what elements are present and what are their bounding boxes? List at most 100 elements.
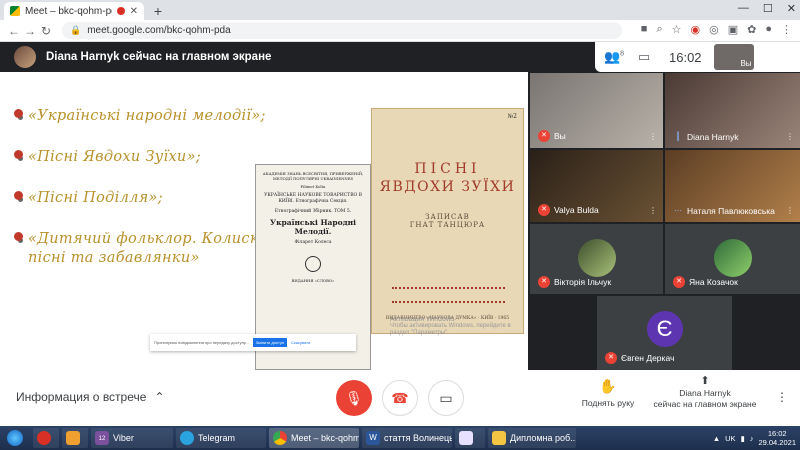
self-view-mini[interactable]: Вы xyxy=(713,44,754,70)
browser-tab-strip: Meet – bkc-qohm-pda ✕ + — ☐ ✕ xyxy=(0,0,800,20)
speaking-icon: ⋯ xyxy=(674,206,682,215)
mic-off-icon: ✕ xyxy=(538,276,550,288)
tray-arrow-icon[interactable]: ▲ xyxy=(713,434,720,443)
meeting-clock: 16:02 xyxy=(669,49,702,65)
language-indicator[interactable]: UK xyxy=(725,434,735,443)
pushpin-icon xyxy=(14,150,23,159)
windows-start-icon xyxy=(7,430,23,446)
word-icon: W xyxy=(366,431,380,445)
taskbar-app[interactable] xyxy=(62,428,88,448)
speaking-icon: ┃ xyxy=(675,132,681,141)
mic-off-icon: 🎙 xyxy=(345,389,363,406)
taskbar-folder[interactable]: Дипломна роб... xyxy=(488,428,576,448)
participant-tile[interactable]: ┃ Diana Harnyk ⋮ xyxy=(665,73,800,148)
present-screen-icon: ⬆ xyxy=(700,375,710,387)
more-options-icon[interactable]: ⋮ xyxy=(649,132,657,141)
new-tab-button[interactable]: + xyxy=(150,3,166,19)
shared-slide: «Українські народні мелодії»; «Пісні Явд… xyxy=(0,72,528,370)
extension-icon[interactable]: ◎ xyxy=(709,23,719,36)
menu-kebab-icon[interactable]: ⋮ xyxy=(781,23,792,36)
camera-toggle-button[interactable]: ▭ xyxy=(428,380,464,416)
opera-icon xyxy=(37,431,51,445)
search-icon[interactable]: ⌕ xyxy=(656,23,662,36)
back-icon[interactable]: ← xyxy=(6,24,22,38)
participant-tile[interactable]: ✕ Вікторія Ільчук xyxy=(530,224,663,294)
presenting-banner: Diana Harnyk сейчас на главном экране xyxy=(0,42,530,72)
pushpin-icon xyxy=(14,109,23,118)
participants-count: 8 xyxy=(620,50,625,58)
chat-icon[interactable]: ▭ xyxy=(633,49,655,65)
taskbar-paint[interactable] xyxy=(455,428,485,448)
leave-call-button[interactable]: ☎ xyxy=(382,380,418,416)
mic-off-icon: ✕ xyxy=(605,352,617,364)
forward-icon[interactable]: → xyxy=(22,24,38,38)
opera-extension-icon[interactable]: ◉ xyxy=(691,23,701,36)
taskbar-telegram[interactable]: Telegram xyxy=(176,428,266,448)
taskbar-word[interactable]: Wстаття Волинець... xyxy=(362,428,452,448)
cancel-link[interactable]: Скасувати xyxy=(291,340,310,345)
presenting-status-button[interactable]: ⬆ Diana Harnyk сейчас на главном экране xyxy=(650,376,760,410)
slide-bullet: «Українські народні мелодії»; xyxy=(14,107,314,126)
taskbar-viber[interactable]: 12 Viber xyxy=(91,428,173,448)
windows-taskbar: 12Viber Telegram Meet – bkc-qohm-... Wст… xyxy=(0,426,800,450)
folk-ornament xyxy=(392,287,505,303)
participant-tile[interactable]: ⋯ Наталя Павлюковська ⋮ xyxy=(665,150,800,222)
window-controls: — ☐ ✕ xyxy=(738,2,796,15)
windows-activation-watermark: Активация Windows Чтобы активировать Win… xyxy=(390,316,511,336)
more-options-icon[interactable]: ⋮ xyxy=(786,132,794,141)
mic-toggle-button[interactable]: 🎙 xyxy=(336,380,372,416)
presenting-banner-text: Diana Harnyk сейчас на главном экране xyxy=(46,51,272,63)
camera-icon: ▭ xyxy=(439,389,453,406)
change-access-button[interactable]: Змінити доступ xyxy=(252,338,287,347)
publisher-emblem-icon xyxy=(305,256,321,272)
participant-tile[interactable]: ✕ Вы ⋮ xyxy=(530,73,663,148)
viber-icon: 12 xyxy=(95,431,109,445)
browser-toolbar: ← → ↻ 🔒 meet.google.com/bkc-qohm-pda ■ ⌕… xyxy=(0,20,800,42)
extension-icon-2[interactable]: ▣ xyxy=(728,23,738,36)
telegram-icon xyxy=(180,431,194,445)
google-meet-favicon-icon xyxy=(10,6,20,16)
tab-close-icon[interactable]: ✕ xyxy=(130,6,138,17)
lock-icon: 🔒 xyxy=(70,25,82,35)
volume-icon[interactable]: ♪ xyxy=(750,434,754,443)
mic-off-icon: ✕ xyxy=(538,130,550,142)
participant-tile[interactable]: ✕ Яна Козачок xyxy=(665,224,800,294)
reload-icon[interactable]: ↻ xyxy=(38,24,54,38)
mic-off-icon: ✕ xyxy=(673,276,685,288)
people-icon[interactable]: 👥8 xyxy=(603,49,625,65)
meet-control-bar: Информация о встрече ⌃ 🎙 ☎ ▭ ✋ Поднять р… xyxy=(0,370,800,426)
more-options-icon[interactable]: ⋮ xyxy=(786,206,794,215)
presenter-avatar xyxy=(14,46,36,68)
taskbar-chrome[interactable]: Meet – bkc-qohm-... xyxy=(269,428,359,448)
meeting-info-button[interactable]: Информация о встрече ⌃ xyxy=(16,390,165,404)
participant-tile[interactable]: Є ✕ Євген Деркач xyxy=(597,296,732,370)
meet-stage: Diana Harnyk сейчас на главном экране 👥8… xyxy=(0,42,800,370)
app-icon xyxy=(66,431,80,445)
minimize-icon[interactable]: — xyxy=(738,2,749,15)
start-button[interactable] xyxy=(0,427,30,449)
address-bar[interactable]: 🔒 meet.google.com/bkc-qohm-pda xyxy=(62,22,622,39)
recording-indicator-icon xyxy=(116,7,125,15)
hand-icon: ✋ xyxy=(599,378,617,394)
bookmark-star-icon[interactable]: ☆ xyxy=(672,23,682,36)
raise-hand-button[interactable]: ✋ Поднять руку xyxy=(578,378,638,408)
meet-top-right-panel: 👥8 ▭ 16:02 Вы xyxy=(595,42,800,72)
taskbar-opera[interactable] xyxy=(33,428,59,448)
participant-tile[interactable]: ✕ Valya Bulda ⋮ xyxy=(530,150,663,222)
network-icon[interactable]: ▮ xyxy=(741,434,745,443)
pushpin-icon xyxy=(14,232,23,241)
book-cover-yavdokha-zuikha: №2 ПІСНІ ЯВДОХИ ЗУЇХИ ЗАПИСАВ ГНАТ ТАНЦЮ… xyxy=(371,108,524,334)
avatar xyxy=(713,238,752,277)
self-view-label: Вы xyxy=(740,59,752,68)
profile-avatar-icon[interactable]: ● xyxy=(765,23,772,36)
maximize-icon[interactable]: ☐ xyxy=(763,2,773,15)
puzzle-icon[interactable]: ✿ xyxy=(747,23,756,36)
browser-tab-meet[interactable]: Meet – bkc-qohm-pda ✕ xyxy=(4,2,144,20)
sharing-notice-bar: Пропонуємо повідомлення про передачу дос… xyxy=(150,334,356,351)
more-options-icon[interactable]: ⋮ xyxy=(649,206,657,215)
close-window-icon[interactable]: ✕ xyxy=(787,2,796,15)
chevron-up-icon: ⌃ xyxy=(154,390,165,404)
taskbar-clock[interactable]: 16:02 29.04.2021 xyxy=(758,429,796,447)
more-options-icon[interactable]: ⋮ xyxy=(776,390,788,404)
camera-in-use-icon[interactable]: ■ xyxy=(641,23,648,36)
